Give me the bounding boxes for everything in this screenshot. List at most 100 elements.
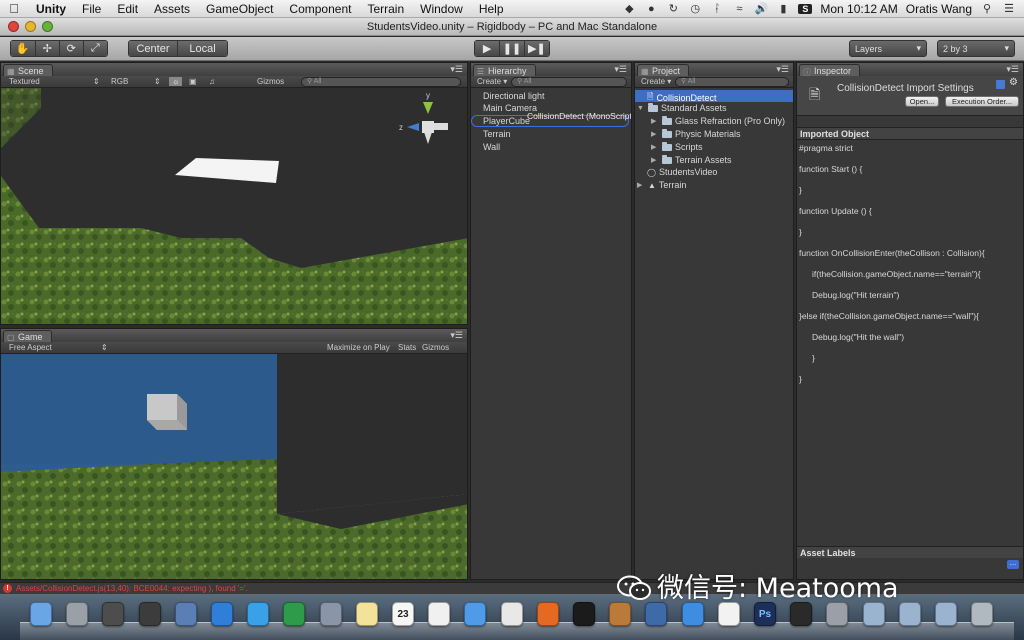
collapsed-arrow-icon[interactable]: ▶	[637, 181, 645, 189]
asset-labels-menu-icon[interactable]: …	[1007, 560, 1019, 569]
finder-icon[interactable]	[30, 602, 52, 626]
menu-help[interactable]: Help	[471, 2, 512, 16]
hierarchy-item-terrain[interactable]: Terrain	[483, 129, 511, 139]
menu-app-unity[interactable]: Unity	[28, 2, 74, 16]
color-mode-dropdown[interactable]: RGB	[111, 77, 128, 86]
notification-center-icon[interactable]: ☰	[1002, 2, 1016, 15]
game-gizmos-dropdown[interactable]: Gizmos	[422, 343, 449, 352]
layers-dropdown[interactable]: Layers ▾	[849, 40, 927, 57]
menu-file[interactable]: File	[74, 2, 109, 16]
firefox-icon[interactable]	[536, 602, 559, 626]
dashboard-icon[interactable]	[138, 602, 161, 626]
hierarchy-item-directional-light[interactable]: Directional light	[483, 91, 545, 101]
maximize-on-play-toggle[interactable]: Maximize on Play	[327, 343, 390, 352]
documents-icon[interactable]	[898, 602, 921, 626]
textedit-icon[interactable]	[717, 602, 740, 626]
hierarchy-search-input[interactable]: ⚲ All	[511, 77, 627, 87]
qq-icon[interactable]	[573, 602, 595, 626]
volume-icon[interactable]: 🔊	[754, 2, 769, 15]
garageband-icon[interactable]	[609, 602, 632, 626]
step-button[interactable]: ▶❚	[524, 41, 549, 56]
input-source-icon[interactable]: S	[798, 3, 813, 14]
collapsed-arrow-icon[interactable]: ▶	[651, 156, 659, 164]
tab-scene[interactable]: ▦ Scene	[3, 64, 53, 76]
tab-hierarchy[interactable]: ☰ Hierarchy	[473, 64, 536, 76]
photoshop-icon[interactable]: Ps	[754, 602, 776, 626]
panel-menu-icon[interactable]: ▾☰	[776, 64, 789, 75]
folder-icon[interactable]	[862, 602, 885, 626]
dropbox-icon[interactable]: ◆	[622, 2, 636, 15]
launchpad-icon[interactable]	[66, 602, 89, 626]
project-item-terrain[interactable]: ▶ ▲ Terrain	[637, 180, 686, 190]
scene-search-input[interactable]: ⚲ All	[301, 77, 461, 87]
project-folder-standard-assets[interactable]: ▼ Standard Assets	[637, 102, 727, 113]
time-machine-icon[interactable]: ↻	[666, 2, 680, 15]
scale-tool-icon[interactable]: ⤢	[83, 41, 107, 56]
facetime-icon[interactable]	[283, 602, 306, 626]
menu-window[interactable]: Window	[412, 2, 471, 16]
aspect-dropdown[interactable]: Free Aspect	[9, 343, 52, 352]
pivot-local-button[interactable]: Local	[178, 41, 227, 56]
stats-toggle[interactable]: Stats	[398, 343, 416, 352]
audio-toggle-icon[interactable]: ♫	[209, 77, 215, 86]
app-store-icon[interactable]	[681, 602, 704, 626]
trash-icon[interactable]	[971, 602, 994, 626]
hierarchy-item-playercube[interactable]: PlayerCube	[483, 116, 530, 126]
script-source-view[interactable]: #pragma strict function Start () { } fun…	[797, 141, 1023, 541]
clock-icon[interactable]: ◷	[688, 2, 702, 15]
execution-order-button[interactable]: Execution Order...	[945, 96, 1019, 107]
bluetooth-icon[interactable]: ᛛ	[710, 3, 724, 15]
expanded-arrow-icon[interactable]: ▼	[637, 105, 645, 112]
reminders-icon[interactable]	[428, 602, 451, 626]
settings-gear-icon[interactable]: ⚙	[1009, 77, 1018, 88]
itunes-icon[interactable]	[464, 602, 487, 626]
menu-clock[interactable]: Mon 10:12 AM	[820, 2, 897, 16]
downloads-icon[interactable]	[935, 602, 957, 626]
panel-menu-icon[interactable]: ▾☰	[614, 64, 627, 75]
collapsed-arrow-icon[interactable]: ▶	[651, 117, 659, 125]
layout-dropdown[interactable]: 2 by 3 ▾	[937, 40, 1015, 57]
collapsed-arrow-icon[interactable]: ▶	[651, 143, 659, 151]
mission-control-icon[interactable]	[102, 602, 125, 626]
calendar-icon[interactable]: 23	[392, 602, 414, 626]
battery-icon[interactable]: ▮	[776, 2, 790, 15]
menu-terrain[interactable]: Terrain	[359, 2, 412, 16]
image-toggle-icon[interactable]: ▣	[189, 77, 197, 86]
tab-game[interactable]: ▢ Game	[3, 330, 52, 342]
apple-menu-icon[interactable]: 	[0, 1, 28, 16]
project-item-studentsvideo[interactable]: ◯ StudentsVideo	[647, 167, 717, 177]
preview-icon[interactable]	[174, 602, 197, 626]
spotlight-icon[interactable]: ⚲	[980, 2, 994, 15]
panel-menu-icon[interactable]: ▾☰	[450, 330, 463, 341]
rotate-tool-icon[interactable]: ⟳	[60, 41, 84, 56]
project-folder-terrain-assets[interactable]: ▶ Terrain Assets	[651, 154, 732, 165]
tab-inspector[interactable]: ⓘ Inspector	[799, 64, 861, 77]
menu-gameobject[interactable]: GameObject	[198, 2, 281, 16]
collapsed-arrow-icon[interactable]: ▶	[651, 130, 659, 138]
hand-tool-icon[interactable]: ✋	[11, 41, 36, 56]
menu-edit[interactable]: Edit	[109, 2, 146, 16]
system-preferences-icon[interactable]	[826, 602, 849, 626]
unity-icon[interactable]	[790, 602, 813, 626]
open-button[interactable]: Open...	[905, 96, 939, 107]
project-create-dropdown[interactable]: Create ▾	[641, 77, 671, 86]
move-tool-icon[interactable]: ✢	[35, 41, 60, 56]
safari-icon[interactable]	[211, 602, 233, 626]
menu-assets[interactable]: Assets	[146, 2, 198, 16]
mail-icon[interactable]	[319, 602, 342, 626]
pivot-center-button[interactable]: Center	[129, 41, 179, 56]
render-mode-dropdown[interactable]: Textured	[9, 77, 40, 86]
panel-menu-icon[interactable]: ▾☰	[450, 64, 463, 75]
tab-project[interactable]: ▦ Project	[637, 64, 690, 76]
project-search-input[interactable]: ⚲ All	[675, 77, 789, 87]
menu-component[interactable]: Component	[281, 2, 359, 16]
chrome-icon[interactable]	[500, 602, 523, 626]
lighting-toggle-icon[interactable]: ☼	[169, 77, 183, 86]
wifi-icon[interactable]: ≈	[732, 3, 746, 15]
menu-user[interactable]: Oratis Wang	[906, 2, 972, 16]
hierarchy-create-dropdown[interactable]: Create ▾	[477, 77, 507, 86]
play-button[interactable]: ▶	[475, 41, 501, 56]
evernote-icon[interactable]: ●	[644, 3, 658, 15]
pause-button[interactable]: ❚❚	[500, 41, 525, 56]
game-viewport[interactable]	[1, 354, 467, 579]
